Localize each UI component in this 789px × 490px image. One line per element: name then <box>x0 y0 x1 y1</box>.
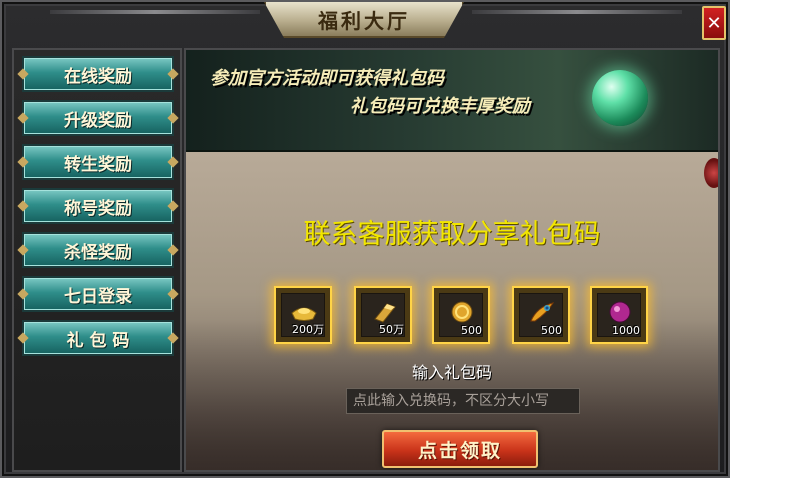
promo-banner: 参加官方活动即可获得礼包码 礼包码可兑换丰厚奖励 <box>186 50 718 152</box>
sidebar-item-monster-reward[interactable]: 杀怪奖励 <box>17 232 179 268</box>
headline: 联系客服获取分享礼包码 <box>303 219 601 250</box>
nav-ornament-left <box>17 156 29 168</box>
sidebar-item-gift-code[interactable]: 礼 包 码 <box>17 320 179 356</box>
gold-coin-icon <box>451 301 473 323</box>
sidebar-item-label: 七日登录 <box>64 286 132 307</box>
nav-ornament-left <box>17 112 29 124</box>
nav-ornament-right <box>167 332 179 344</box>
phoenix-feather-icon <box>530 302 555 322</box>
nav-ornament-left <box>17 68 29 80</box>
sidebar-item-levelup-reward[interactable]: 升级奖励 <box>17 100 179 136</box>
sidebar-item-seven-day-login[interactable]: 七日登录 <box>17 276 179 312</box>
content-panel: 参加官方活动即可获得礼包码 礼包码可兑换丰厚奖励 联系客服获取分享礼包码 200… <box>184 48 720 472</box>
sidebar-item-online-reward[interactable]: 在线奖励 <box>17 56 179 92</box>
close-icon: ✕ <box>706 12 722 34</box>
gold-bar-icon <box>374 303 396 323</box>
title-wing-right <box>472 10 682 14</box>
sidebar-item-label: 升级奖励 <box>64 110 132 131</box>
sidebar-item-label: 在线奖励 <box>64 66 132 87</box>
banner-line-1: 参加官方活动即可获得礼包码 <box>210 68 444 89</box>
jade-orb-icon <box>592 70 648 126</box>
close-button[interactable]: ✕ <box>702 6 726 40</box>
sidebar-item-rebirth-reward[interactable]: 转生奖励 <box>17 144 179 180</box>
reward-slot[interactable]: 500 <box>512 286 570 344</box>
sidebar-item-label: 礼 包 码 <box>66 330 130 351</box>
reward-amount: 50万 <box>379 323 404 336</box>
nav-ornament-right <box>167 200 179 212</box>
nav-ornament-right <box>167 112 179 124</box>
reward-slot[interactable]: 200万 <box>274 286 332 344</box>
reward-slot[interactable]: 500 <box>432 286 490 344</box>
gold-ingot-icon <box>291 307 317 321</box>
sidebar: 在线奖励 升级奖励 转生奖励 称号奖励 杀怪奖励 七日登录 礼 包 码 <box>12 48 182 472</box>
input-label: 输入礼包码 <box>411 363 492 382</box>
reward-amount: 500 <box>541 324 562 337</box>
banner-line-2: 礼包码可兑换丰厚奖励 <box>350 96 530 117</box>
reward-slot[interactable]: 1000 <box>590 286 648 344</box>
welfare-hall-window: 福利大厅 ✕ 在线奖励 升级奖励 转生奖励 称号奖励 杀怪奖励 七日登录 礼 包… <box>0 0 730 478</box>
nav-ornament-right <box>167 156 179 168</box>
reward-slot[interactable]: 50万 <box>354 286 412 344</box>
sidebar-item-title-reward[interactable]: 称号奖励 <box>17 188 179 224</box>
gift-code-area: 联系客服获取分享礼包码 200万 50万 500 500 1000 输入礼包码 … <box>186 152 718 470</box>
title-plate: 福利大厅 <box>264 2 464 38</box>
nav-ornament-left <box>17 288 29 300</box>
sidebar-item-label: 转生奖励 <box>64 154 132 175</box>
reward-amount: 1000 <box>612 324 640 337</box>
window-title: 福利大厅 <box>318 8 410 33</box>
sidebar-item-label: 称号奖励 <box>64 198 132 219</box>
claim-button[interactable]: 点击领取 <box>382 430 538 468</box>
sidebar-item-label: 杀怪奖励 <box>64 242 132 263</box>
gift-code-input[interactable] <box>346 388 580 414</box>
nav-ornament-right <box>167 244 179 256</box>
nav-ornament-right <box>167 68 179 80</box>
purple-gem-icon <box>609 301 631 323</box>
nav-ornament-left <box>17 244 29 256</box>
side-ornament-icon <box>704 158 718 188</box>
reward-amount: 200万 <box>292 323 324 336</box>
nav-ornament-left <box>17 332 29 344</box>
reward-amount: 500 <box>461 324 482 337</box>
nav-ornament-left <box>17 200 29 212</box>
title-wing-left <box>50 10 260 14</box>
nav-ornament-right <box>167 288 179 300</box>
